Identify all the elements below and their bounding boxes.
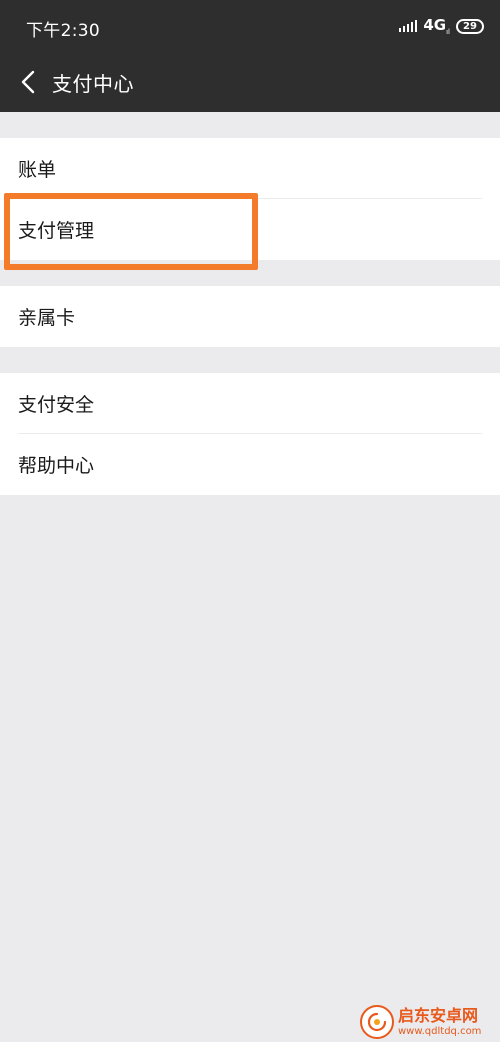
nav-bar: 支付中心: [0, 54, 500, 112]
menu-group-bills: 账单 支付管理: [0, 138, 500, 260]
watermark-text: 启东安卓网 www.qdltdq.com: [398, 1005, 482, 1037]
status-indicators: 4Gıl 29: [399, 15, 484, 37]
menu-item-family-card[interactable]: 亲属卡: [0, 286, 500, 347]
status-bar: 下午2:30 4Gıl 29: [0, 0, 500, 54]
menu-group-security: 支付安全 帮助中心: [0, 373, 500, 495]
watermark-url: www.qdltdq.com: [398, 1025, 482, 1037]
back-button[interactable]: [12, 65, 44, 99]
menu-item-label: 亲属卡: [18, 307, 76, 329]
menu-item-label: 支付管理: [18, 220, 95, 242]
menu-group-family-card: 亲属卡: [0, 286, 500, 347]
menu-item-bills[interactable]: 账单: [0, 138, 500, 199]
menu-item-label: 支付安全: [18, 394, 95, 416]
menu-item-payment-management[interactable]: 支付管理: [0, 199, 500, 260]
menu-item-label: 账单: [18, 159, 57, 181]
chevron-left-icon: [21, 70, 35, 94]
battery-icon: 29: [456, 18, 484, 34]
signal-icon: [399, 20, 418, 32]
menu-item-label: 帮助中心: [18, 455, 95, 477]
menu-item-payment-security[interactable]: 支付安全: [0, 373, 500, 434]
page-title: 支付中心: [52, 72, 134, 96]
status-time: 下午2:30: [26, 21, 100, 41]
menu-item-help-center[interactable]: 帮助中心: [0, 434, 500, 495]
watermark: 启东安卓网 www.qdltdq.com: [360, 1002, 500, 1042]
watermark-title: 启东安卓网: [398, 1005, 479, 1025]
network-type: 4Gıl: [423, 16, 450, 36]
watermark-logo-icon: [360, 1005, 394, 1039]
battery-level: 29: [463, 20, 477, 32]
